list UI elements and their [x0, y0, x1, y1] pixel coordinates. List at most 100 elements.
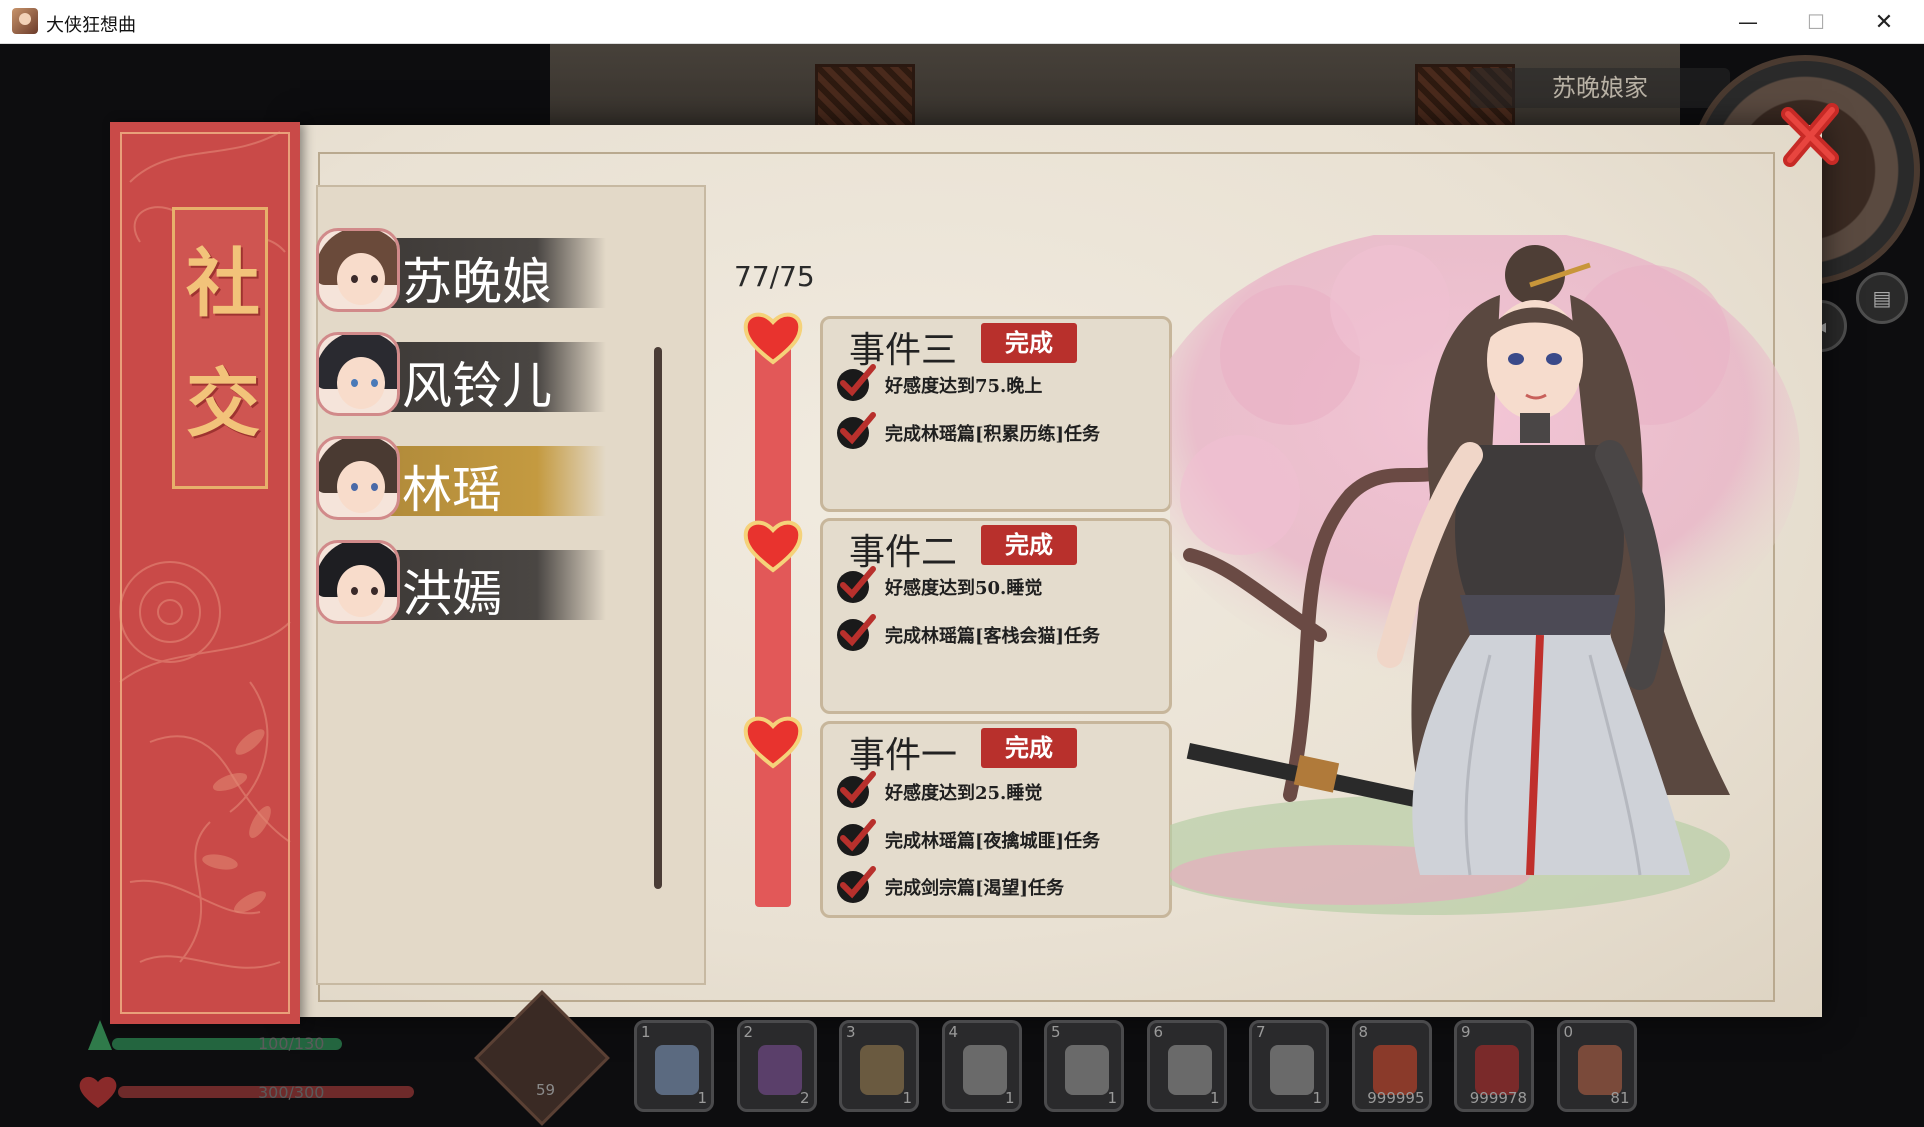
- window-title: 大侠狂想曲: [46, 15, 136, 36]
- slot-quantity: 1: [1209, 1089, 1220, 1107]
- slot-number: 7: [1256, 1023, 1266, 1041]
- event-condition: 完成剑宗篇[渴望]任务: [835, 865, 1165, 905]
- character-name: 洪嫣: [402, 565, 502, 623]
- slot-quantity: 1: [697, 1089, 707, 1107]
- heart-icon: [743, 520, 803, 573]
- maximize-button[interactable]: ☐: [1782, 0, 1850, 44]
- food-bowl-icon: [1372, 1045, 1417, 1095]
- heart-icon: [743, 716, 803, 769]
- checkmark-icon: [837, 819, 876, 856]
- slot-number: 3: [846, 1023, 856, 1041]
- slot-quantity: 1: [1312, 1089, 1322, 1107]
- slot-number: 6: [1153, 1023, 1164, 1041]
- axe-icon: [962, 1045, 1007, 1095]
- event-condition: 好感度达到75.晚上: [835, 363, 1165, 403]
- title-banner: 社交: [110, 122, 300, 1024]
- hotbar-slot[interactable]: 8 999995: [1351, 1020, 1432, 1112]
- condition-text: 好感度达到50.睡觉: [885, 578, 1043, 599]
- slot-quantity: 1: [902, 1089, 912, 1107]
- slot-quantity: 999978: [1469, 1089, 1527, 1107]
- status-badge: 完成: [981, 323, 1077, 363]
- slot-quantity: 999995: [1367, 1089, 1425, 1107]
- checkmark-icon: [837, 614, 876, 651]
- hotbar-slot[interactable]: 41: [941, 1020, 1022, 1112]
- hotbar-slot[interactable]: 22: [736, 1020, 817, 1112]
- heart-icon: [743, 312, 803, 365]
- skill-count: 59: [536, 1081, 556, 1099]
- event-condition: 完成林瑶篇[夜擒城匪]任务: [835, 818, 1165, 858]
- hotbar-slot[interactable]: 51: [1044, 1020, 1124, 1112]
- panel-title: 社交: [186, 241, 260, 447]
- character-item-feng-linger[interactable]: 风铃儿: [316, 332, 616, 418]
- banner-title-frame: 社交: [172, 207, 268, 489]
- health-value: 300/300: [258, 1083, 325, 1102]
- pickaxe-icon: [1167, 1045, 1212, 1095]
- checkmark-icon: [837, 566, 876, 603]
- hotbar-slot[interactable]: 71: [1249, 1020, 1329, 1112]
- avatar: [316, 436, 400, 520]
- status-badge: 完成: [981, 525, 1077, 565]
- character-item-lin-yao[interactable]: 林瑶: [316, 436, 616, 522]
- event-card-1: 事件一 完成 好感度达到25.睡觉 完成林瑶篇[夜擒城匪]任务 完成剑宗篇[渴望…: [820, 721, 1172, 918]
- condition-text: 完成林瑶篇[客栈会猫]任务: [885, 626, 1101, 647]
- hotbar-slot[interactable]: 9 999978: [1454, 1020, 1534, 1112]
- slot-number: 8: [1358, 1023, 1369, 1041]
- slot-quantity: 1: [1107, 1089, 1117, 1107]
- slot-number: 2: [743, 1023, 754, 1041]
- checkmark-icon: [837, 866, 876, 903]
- affection-progress: 77/75: [734, 260, 815, 293]
- slot-number: 4: [948, 1023, 959, 1041]
- character-name: 苏晚娘: [402, 253, 552, 311]
- slot-quantity: 1: [1004, 1089, 1015, 1107]
- character-item-su-wanniang[interactable]: 苏晚娘: [316, 228, 616, 314]
- book-icon[interactable]: ▤: [1856, 272, 1908, 324]
- condition-text: 完成林瑶篇[积累历练]任务: [885, 424, 1101, 445]
- slot-number: 5: [1051, 1023, 1061, 1041]
- berries-icon: [1475, 1045, 1519, 1095]
- status-badge: 完成: [981, 728, 1077, 768]
- condition-text: 完成剑宗篇[渴望]任务: [885, 878, 1065, 899]
- hotbar-slot[interactable]: 11: [634, 1020, 714, 1112]
- event-condition: 好感度达到50.睡觉: [835, 565, 1165, 605]
- stamina-value: 100/130: [258, 1034, 325, 1053]
- app-icon: [12, 8, 38, 34]
- slot-number: 9: [1461, 1023, 1471, 1041]
- avatar: [316, 540, 400, 624]
- pepper-pouch-icon: [1577, 1045, 1622, 1095]
- character-item-hong-yan[interactable]: 洪嫣: [316, 540, 616, 626]
- sickle-icon: [1270, 1045, 1314, 1095]
- slot-quantity: 2: [799, 1089, 810, 1107]
- avatar: [316, 228, 400, 312]
- slot-quantity: 81: [1610, 1089, 1630, 1107]
- fishing-rod-icon: [757, 1045, 802, 1095]
- checkmark-icon: [837, 412, 876, 449]
- event-card-3: 事件三 完成 好感度达到75.晚上 完成林瑶篇[积累历练]任务: [820, 316, 1172, 512]
- window-close-button[interactable]: ✕: [1850, 0, 1918, 44]
- hotbar-slot[interactable]: 31: [839, 1020, 919, 1112]
- health-icon: [79, 1076, 117, 1108]
- avatar: [316, 332, 400, 416]
- character-name: 林瑶: [402, 461, 502, 519]
- condition-text: 好感度达到75.晚上: [885, 376, 1043, 397]
- list-scrollbar[interactable]: [654, 347, 662, 889]
- slot-number: 0: [1563, 1023, 1574, 1041]
- hotbar-slot[interactable]: 61: [1146, 1020, 1227, 1112]
- checkmark-icon: [837, 364, 876, 401]
- event-condition: 完成林瑶篇[客栈会猫]任务: [835, 613, 1165, 653]
- character-name: 风铃儿: [402, 357, 552, 415]
- slot-number: 1: [641, 1023, 651, 1041]
- close-icon[interactable]: [1778, 100, 1842, 170]
- checkmark-icon: [837, 771, 876, 808]
- fish-icon: [655, 1045, 699, 1095]
- bucket-icon: [860, 1045, 904, 1095]
- event-card-2: 事件二 完成 好感度达到50.睡觉 完成林瑶篇[客栈会猫]任务: [820, 518, 1172, 714]
- hotbar-slot[interactable]: 0 81: [1556, 1020, 1637, 1112]
- event-condition: 完成林瑶篇[积累历练]任务: [835, 411, 1165, 451]
- lattice-window: [815, 64, 915, 134]
- window-titlebar: 大侠狂想曲 — ☐ ✕: [0, 0, 1924, 44]
- stamina-icon: [88, 1020, 112, 1050]
- hatchet-icon: [1065, 1045, 1109, 1095]
- minimize-button[interactable]: —: [1714, 0, 1782, 44]
- affection-track: [755, 330, 791, 907]
- character-portrait: [1170, 235, 1800, 915]
